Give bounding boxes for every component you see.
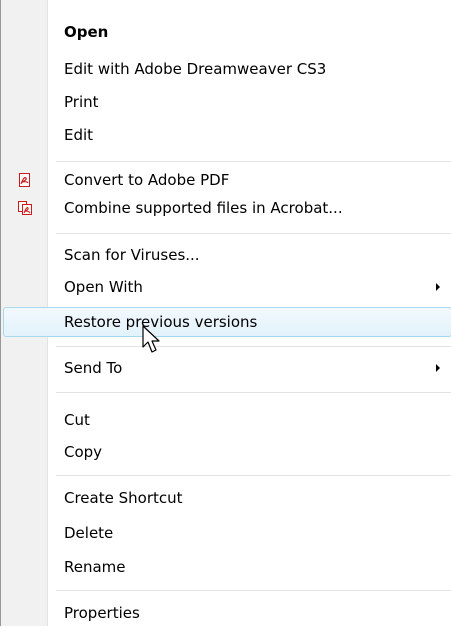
menu-item-delete[interactable]: Delete — [1, 518, 451, 548]
menu-item-label: Edit with Adobe Dreamweaver CS3 — [64, 60, 327, 78]
pdf-convert-icon — [19, 173, 30, 187]
pdf-combine-icon — [18, 201, 32, 215]
menu-item-label: Edit — [64, 126, 94, 144]
menu-item-label: Convert to Adobe PDF — [64, 171, 230, 189]
menu-item-scan-for-viruses[interactable]: Scan for Viruses... — [1, 240, 451, 270]
menu-item-print[interactable]: Print — [1, 87, 451, 117]
menu-item-label: Scan for Viruses... — [64, 246, 200, 264]
menu-item-copy[interactable]: Copy — [1, 437, 451, 467]
menu-item-label: Copy — [64, 443, 103, 461]
menu-item-cut[interactable]: Cut — [1, 405, 451, 435]
menu-item-open-with[interactable]: Open With — [1, 272, 451, 302]
menu-item-label: Create Shortcut — [64, 489, 183, 507]
menu-item-create-shortcut[interactable]: Create Shortcut — [1, 483, 451, 513]
menu-item-label: Delete — [64, 524, 114, 542]
mouse-cursor-icon — [142, 325, 160, 353]
menu-item-restore-previous-versions[interactable]: Restore previous versions — [1, 306, 451, 338]
menu-item-label: Open — [64, 23, 109, 41]
menu-item-properties[interactable]: Properties — [1, 598, 451, 628]
menu-item-edit-with-dreamweaver[interactable]: Edit with Adobe Dreamweaver CS3 — [1, 54, 451, 84]
menu-item-edit[interactable]: Edit — [1, 120, 451, 150]
menu-item-label: Rename — [64, 558, 126, 576]
context-menu: Open Edit with Adobe Dreamweaver CS3 Pri… — [0, 0, 451, 626]
menu-item-label: Print — [64, 93, 99, 111]
menu-item-label: Send To — [64, 359, 123, 377]
menu-item-send-to[interactable]: Send To — [1, 353, 451, 383]
menu-item-rename[interactable]: Rename — [1, 552, 451, 582]
menu-item-label: Combine supported files in Acrobat... — [64, 199, 343, 217]
submenu-arrow-icon — [436, 283, 440, 291]
menu-item-combine-in-acrobat[interactable]: Combine supported files in Acrobat... — [1, 193, 451, 223]
menu-item-convert-to-pdf[interactable]: Convert to Adobe PDF — [1, 165, 451, 195]
menu-item-open[interactable]: Open — [1, 17, 451, 47]
menu-item-label: Cut — [64, 411, 90, 429]
menu-item-label: Open With — [64, 278, 143, 296]
submenu-arrow-icon — [436, 364, 440, 372]
menu-item-label: Properties — [64, 604, 140, 622]
